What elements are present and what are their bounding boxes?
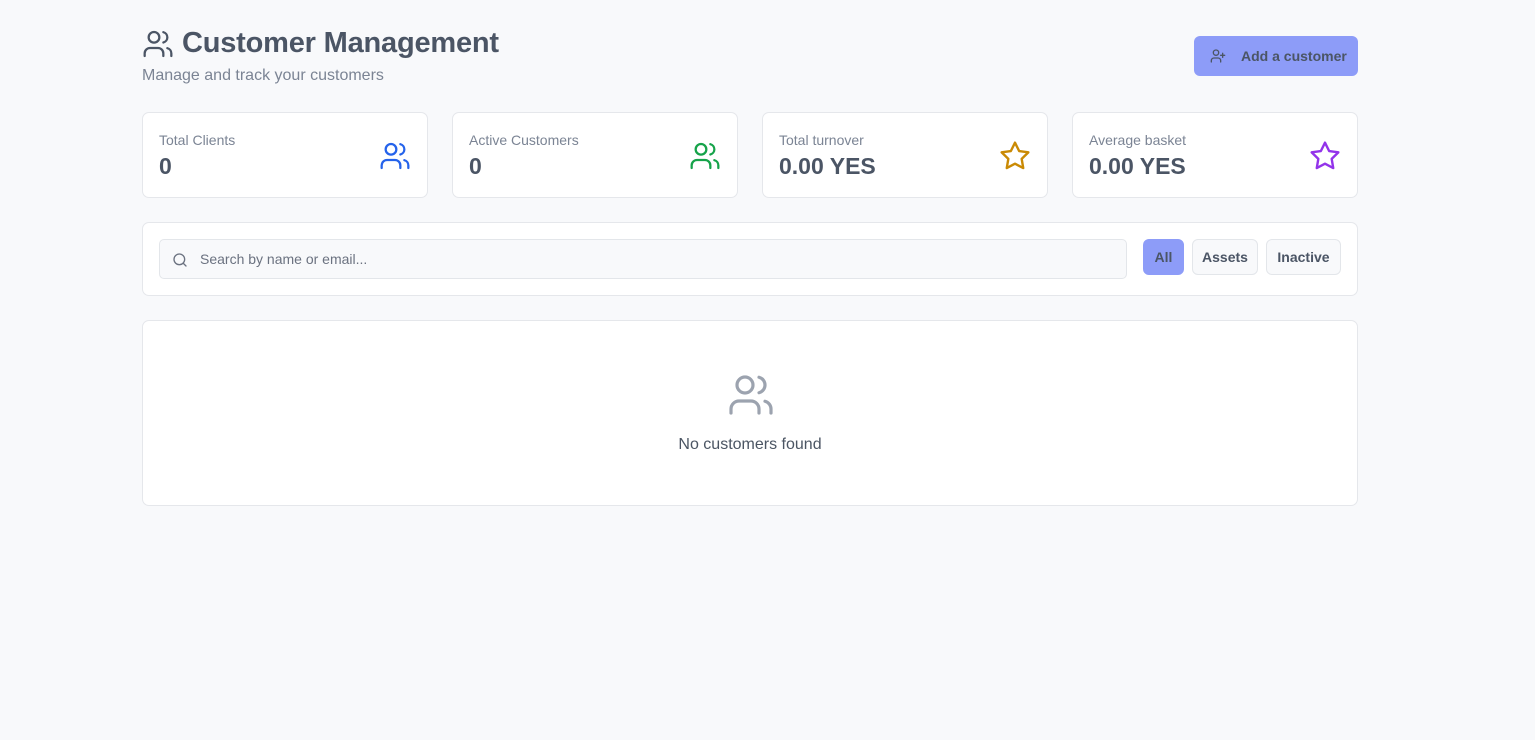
title-row: Customer Management	[142, 27, 499, 60]
filter-all-button[interactable]: All	[1143, 239, 1184, 275]
stat-value: 0.00 YES	[779, 153, 876, 179]
customer-list-panel: No customers found	[142, 320, 1358, 506]
filter-assets-button[interactable]: Assets	[1192, 239, 1258, 275]
stat-value: 0	[469, 153, 482, 179]
page-title: Customer Management	[182, 27, 499, 59]
filter-inactive-button[interactable]: Inactive	[1266, 239, 1341, 275]
users-icon	[727, 371, 775, 419]
stat-card-average-basket: Average basket 0.00 YES	[1072, 112, 1358, 198]
add-customer-label: Add a customer	[1241, 48, 1347, 64]
stat-value: 0.00 YES	[1089, 153, 1186, 179]
stats-row: Total Clients 0 Active Customers 0 Total…	[142, 112, 1358, 198]
page-header: Customer Management Manage and track you…	[142, 0, 1358, 112]
stat-card-total-turnover: Total turnover 0.00 YES	[762, 112, 1048, 198]
stat-label: Total Clients	[159, 132, 236, 148]
search-icon	[172, 252, 188, 268]
star-icon	[999, 140, 1031, 172]
stat-card-active-customers: Active Customers 0	[452, 112, 738, 198]
stat-label: Total turnover	[779, 132, 864, 148]
users-icon	[142, 28, 174, 60]
filter-bar: All Assets Inactive	[142, 222, 1358, 296]
user-plus-icon	[1210, 48, 1226, 64]
add-customer-button[interactable]: Add a customer	[1194, 36, 1358, 76]
page-subtitle: Manage and track your customers	[142, 67, 384, 84]
stat-card-total-clients: Total Clients 0	[142, 112, 428, 198]
users-icon	[379, 140, 411, 172]
star-icon	[1309, 140, 1341, 172]
stat-label: Average basket	[1089, 132, 1187, 148]
search-input[interactable]	[200, 240, 1100, 278]
stat-value: 0	[159, 153, 172, 179]
customer-management-page: Customer Management Manage and track you…	[142, 0, 1358, 506]
stat-label: Active Customers	[469, 132, 579, 148]
empty-state-message: No customers found	[678, 436, 822, 453]
users-icon	[689, 140, 721, 172]
search-box	[159, 239, 1127, 279]
